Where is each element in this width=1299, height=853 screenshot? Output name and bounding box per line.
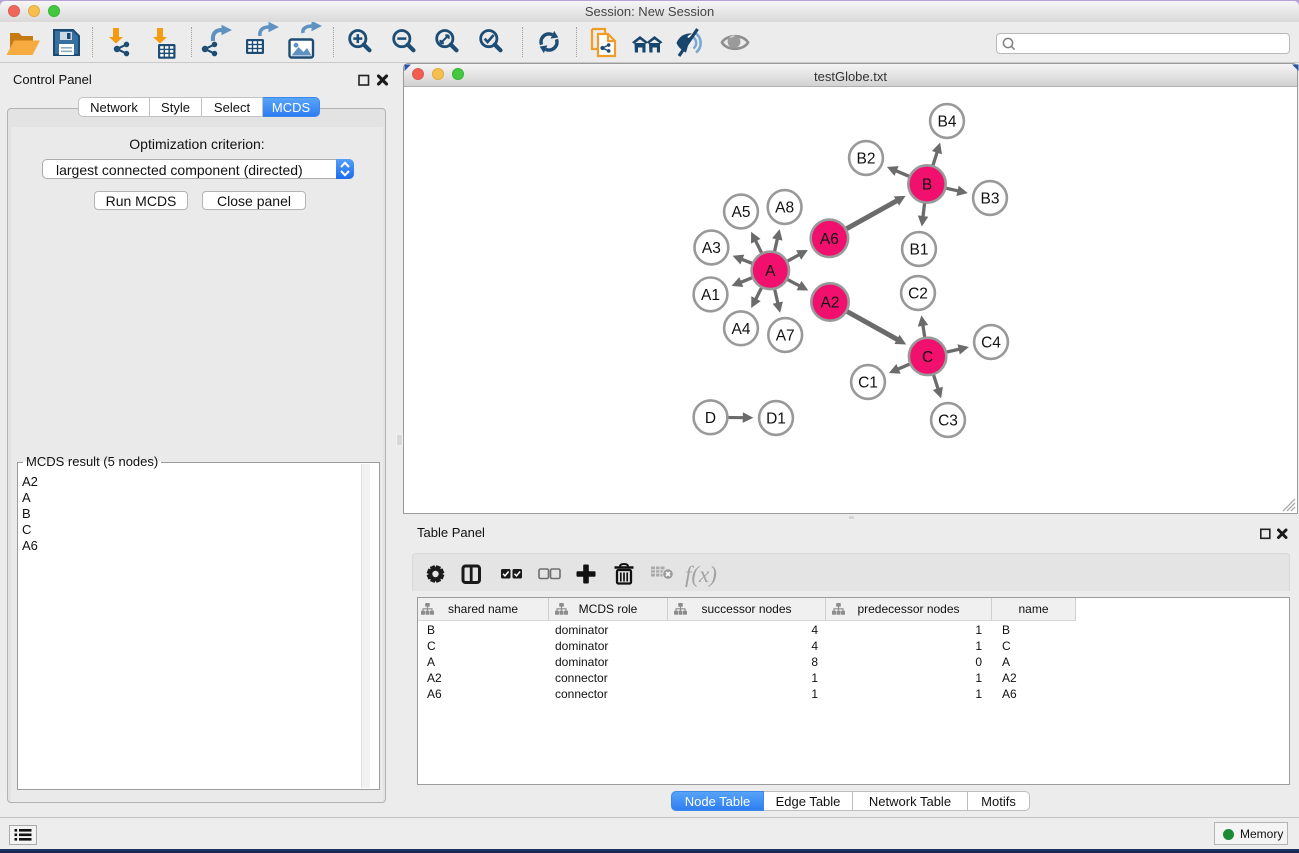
svg-text:C: C (922, 349, 933, 366)
svg-text:f(x): f(x) (685, 562, 717, 587)
svg-text:B4: B4 (938, 114, 957, 131)
svg-text:D1: D1 (766, 411, 786, 428)
svg-text:A2: A2 (821, 295, 840, 312)
svg-text:A5: A5 (732, 204, 751, 221)
svg-text:A6: A6 (820, 231, 839, 248)
svg-text:A3: A3 (702, 240, 721, 257)
svg-text:B: B (922, 177, 932, 194)
svg-text:B2: B2 (857, 151, 876, 168)
svg-text:C4: C4 (981, 335, 1001, 352)
svg-text:A: A (765, 263, 776, 280)
svg-text:A8: A8 (775, 200, 794, 217)
svg-text:A7: A7 (776, 328, 795, 345)
svg-text:D: D (705, 410, 716, 427)
svg-text:A1: A1 (701, 287, 720, 304)
svg-text:B3: B3 (981, 191, 1000, 208)
svg-text:A4: A4 (732, 321, 751, 338)
svg-text:B1: B1 (910, 242, 929, 259)
svg-text:C3: C3 (938, 413, 958, 430)
svg-text:C2: C2 (908, 286, 928, 303)
svg-text:C1: C1 (858, 375, 878, 392)
